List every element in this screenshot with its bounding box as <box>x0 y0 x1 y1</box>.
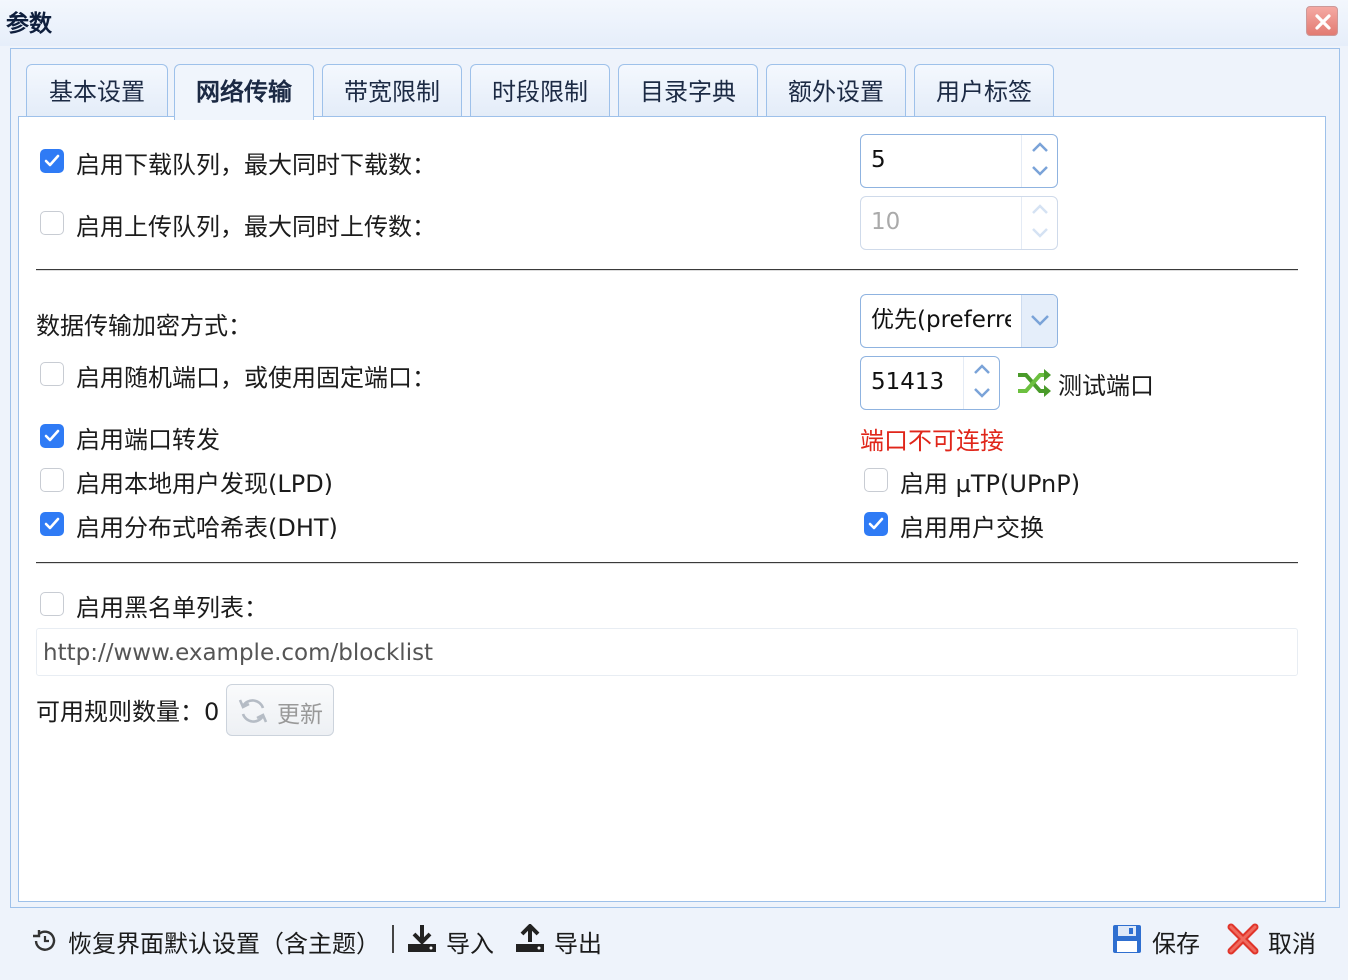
save-label: 保存 <box>1152 930 1200 958</box>
cancel-label: 取消 <box>1268 930 1316 958</box>
port-forwarding-label: 启用端口转发 <box>76 426 220 454</box>
test-port-button[interactable]: 测试端口 <box>1016 366 1166 402</box>
save-button[interactable]: 保存 <box>1112 920 1204 958</box>
port-forwarding-checkbox[interactable] <box>40 424 64 448</box>
rules-count-label: 可用规则数量：0 <box>36 692 219 727</box>
refresh-label: 更新 <box>277 702 323 728</box>
rules-count-caption: 可用规则数量： <box>36 698 204 726</box>
upload-queue-stepper[interactable]: 10 <box>860 196 1058 250</box>
refresh-blocklist-button[interactable]: 更新 <box>226 684 334 736</box>
download-queue-label: 启用下载队列，最大同时下载数： <box>76 151 436 179</box>
chevron-down-icon[interactable] <box>1030 163 1050 179</box>
download-queue-value: 5 <box>871 147 886 173</box>
encryption-label: 数据传输加密方式： <box>36 312 252 340</box>
export-button[interactable]: 导出 <box>514 920 606 958</box>
dht-label: 启用分布式哈希表(DHT) <box>76 514 338 542</box>
footer-separator <box>392 925 394 953</box>
port-stepper[interactable]: 51413 <box>860 356 1000 410</box>
download-icon <box>408 925 436 952</box>
history-icon <box>33 930 56 951</box>
export-label: 导出 <box>554 930 602 958</box>
divider <box>36 562 1298 564</box>
lpd-label: 启用本地用户发现(LPD) <box>76 470 334 498</box>
cancel-button[interactable]: 取消 <box>1226 918 1326 958</box>
test-port-label: 测试端口 <box>1058 372 1154 400</box>
port-status-text: 端口不可连接 <box>860 427 1004 455</box>
encryption-select[interactable]: 优先(preferred) <box>860 294 1058 348</box>
upload-queue-value: 10 <box>871 209 901 235</box>
shuffle-icon <box>1018 369 1051 397</box>
floppy-disk-icon <box>1113 925 1141 953</box>
utp-label: 启用 µTP(UPnP) <box>900 470 1081 498</box>
pex-checkbox[interactable] <box>864 512 888 536</box>
restore-defaults-button[interactable]: 恢复界面默认设置（含主题） <box>30 922 380 958</box>
download-queue-stepper[interactable]: 5 <box>860 134 1058 188</box>
chevron-up-icon[interactable] <box>1030 139 1050 155</box>
chevron-up-icon[interactable] <box>972 361 992 377</box>
random-port-checkbox[interactable] <box>40 362 64 386</box>
refresh-icon <box>238 699 268 723</box>
upload-icon <box>516 924 544 952</box>
cancel-x-icon <box>1227 923 1259 955</box>
blocklist-url-input[interactable]: http://www.example.com/blocklist <box>36 628 1298 676</box>
import-button[interactable]: 导入 <box>406 920 498 958</box>
download-queue-checkbox[interactable] <box>40 149 64 173</box>
chevron-down-icon[interactable] <box>972 385 992 401</box>
pex-label: 启用用户交换 <box>900 514 1044 542</box>
divider <box>36 269 1298 271</box>
blocklist-label: 启用黑名单列表： <box>76 594 268 622</box>
import-label: 导入 <box>446 930 494 958</box>
upload-queue-label: 启用上传队列，最大同时上传数： <box>76 213 436 241</box>
rules-count-value: 0 <box>204 698 220 726</box>
upload-queue-checkbox[interactable] <box>40 211 64 235</box>
chevron-up-icon[interactable] <box>1030 201 1050 217</box>
dht-checkbox[interactable] <box>40 512 64 536</box>
utp-checkbox[interactable] <box>864 468 888 492</box>
chevron-down-icon[interactable] <box>1030 225 1050 241</box>
lpd-checkbox[interactable] <box>40 468 64 492</box>
blocklist-checkbox[interactable] <box>40 592 64 616</box>
chevron-down-icon <box>1031 315 1049 326</box>
port-value: 51413 <box>871 369 945 395</box>
encryption-value: 优先(preferred) <box>871 307 1011 333</box>
random-port-label: 启用随机端口，或使用固定端口： <box>76 364 436 392</box>
restore-defaults-label: 恢复界面默认设置（含主题） <box>68 930 380 958</box>
